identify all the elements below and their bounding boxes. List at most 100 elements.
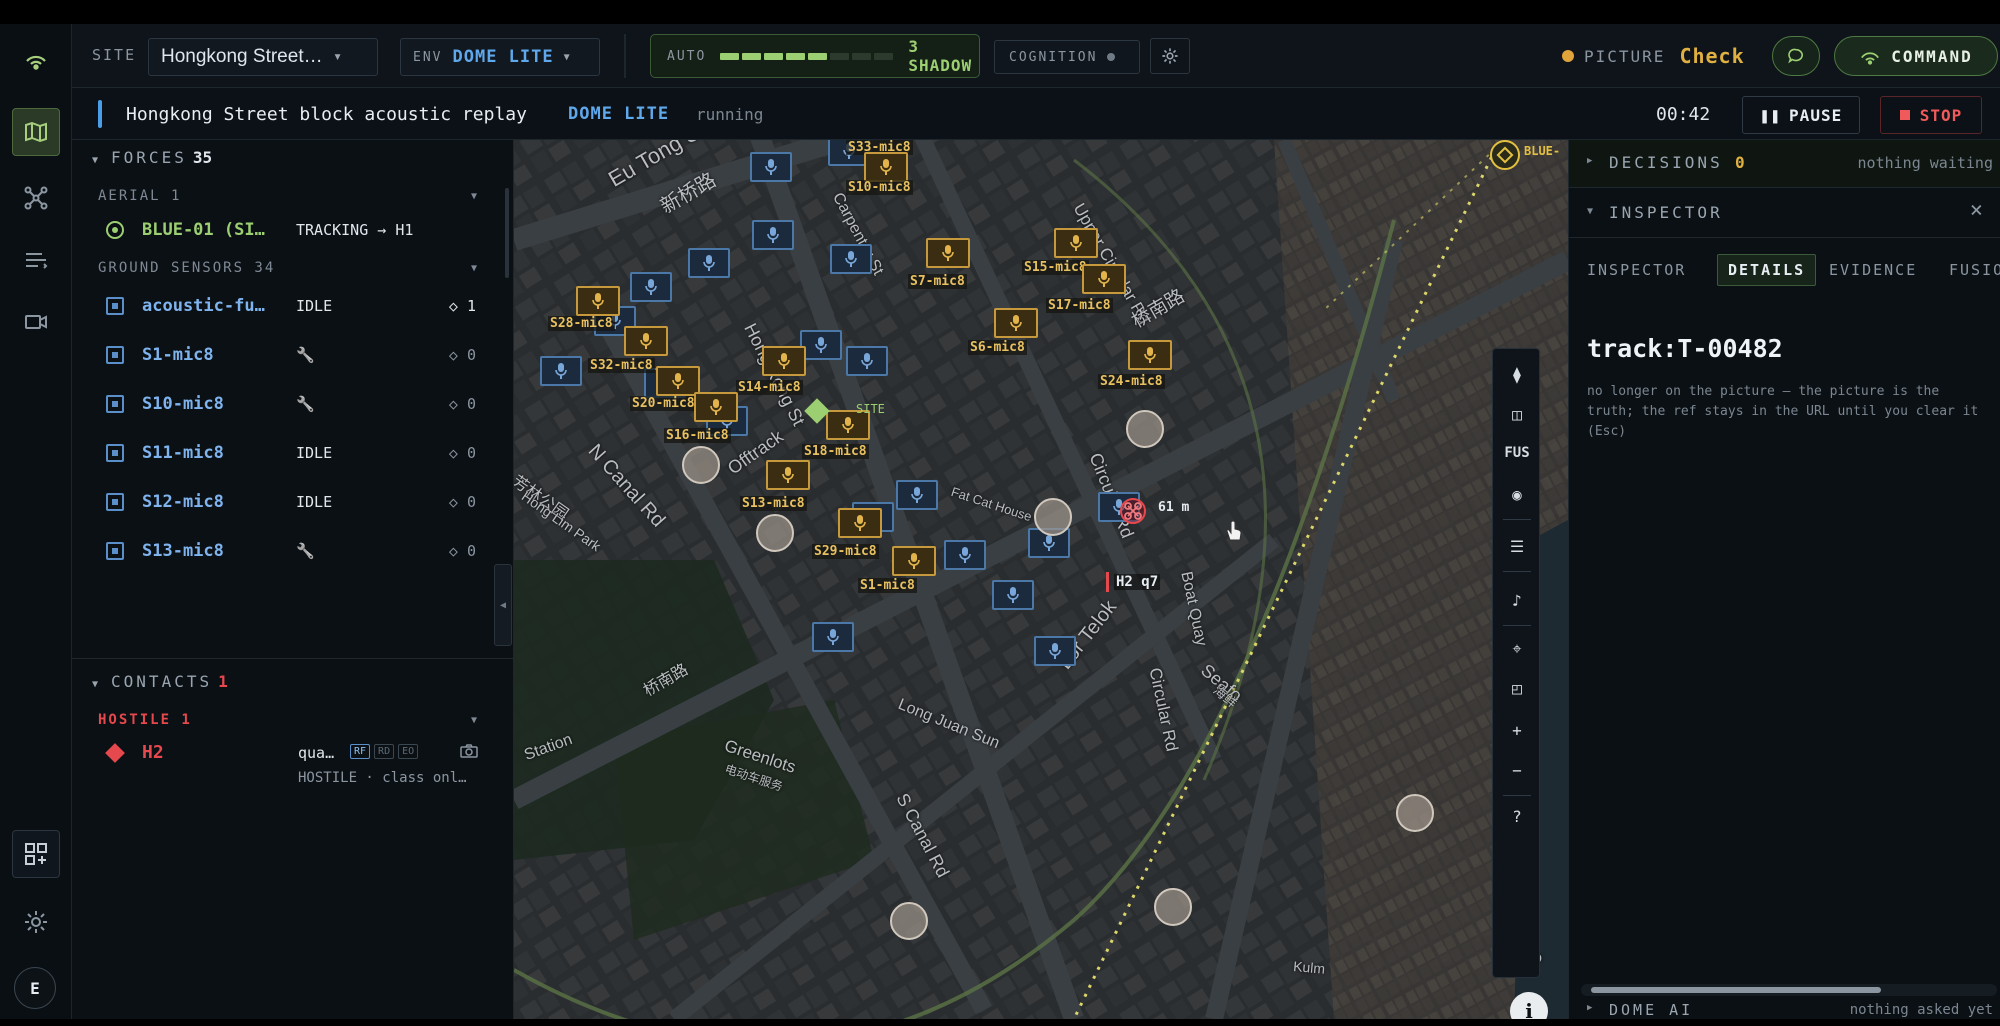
mic-sensor-icon[interactable] xyxy=(926,238,970,268)
mic-sensor-icon[interactable] xyxy=(576,286,620,316)
friendly-sensor-icon[interactable] xyxy=(750,152,792,182)
stop-button[interactable]: STOP xyxy=(1880,96,1982,134)
tab-fusion[interactable]: FUSION xyxy=(1949,254,2000,286)
scrollbar-thumb[interactable] xyxy=(1591,987,1881,993)
poi-marker[interactable] xyxy=(1154,888,1192,926)
mic-sensor-icon[interactable] xyxy=(994,308,1038,338)
chat-button[interactable] xyxy=(1772,36,1820,76)
poi-marker[interactable] xyxy=(1396,794,1434,832)
add-widget-icon[interactable] xyxy=(12,830,60,878)
decisions-header[interactable]: ▶ DECISIONS 0 nothing waiting xyxy=(1569,140,2000,188)
mic-sensor-icon[interactable] xyxy=(762,346,806,376)
picture-status[interactable]: PICTURE Check xyxy=(1562,44,1745,68)
mic-sensor-icon[interactable] xyxy=(1128,340,1172,370)
friendly-sensor-icon[interactable] xyxy=(896,480,938,510)
sensor-row[interactable]: acoustic-fu… IDLE ◇ 1 xyxy=(98,286,482,326)
site-select[interactable]: Hongkong Street… ▼ xyxy=(148,38,378,76)
sensor-name: acoustic-fu… xyxy=(142,296,265,316)
collapse-left-panel-button[interactable]: ◀ xyxy=(494,564,512,646)
split-view-icon[interactable]: ◫ xyxy=(1493,405,1541,424)
friendly-sensor-icon[interactable] xyxy=(688,248,730,278)
forces-scrollbar[interactable] xyxy=(505,188,509,278)
record-icon[interactable]: ◉ xyxy=(1493,485,1541,504)
dome-ai-header[interactable]: ▶ DOME AI nothing asked yet xyxy=(1569,1001,2000,1019)
inspector-header[interactable]: ▼ INSPECTOR × xyxy=(1569,188,2000,238)
map-nav-icon[interactable] xyxy=(12,108,60,156)
divider xyxy=(1503,519,1531,520)
close-icon[interactable]: × xyxy=(1970,198,1983,223)
friendly-sensor-icon[interactable] xyxy=(992,580,1034,610)
autonomy-control[interactable]: AUTO 3 SHADOW xyxy=(650,34,980,78)
inspector-scrollbar[interactable] xyxy=(1581,984,1997,996)
mic-sensor-icon[interactable] xyxy=(838,508,882,538)
mic-sensor-icon[interactable] xyxy=(766,460,810,490)
poi-marker[interactable] xyxy=(1034,498,1072,536)
signal-icon xyxy=(1861,52,1880,65)
cognition-toggle[interactable]: COGNITION xyxy=(994,40,1140,74)
friendly-sensor-icon[interactable] xyxy=(540,356,582,386)
audio-note-icon[interactable]: ♪ xyxy=(1493,591,1541,610)
command-button[interactable]: COMMAND xyxy=(1834,36,1998,76)
mic-sensor-icon[interactable] xyxy=(624,326,668,356)
mic-sensor-icon[interactable] xyxy=(656,366,700,396)
mic-sensor-icon[interactable] xyxy=(892,546,936,576)
track-note: no longer on the picture — the picture i… xyxy=(1587,384,1979,439)
mic-sensor-label: S29-mic8 xyxy=(812,544,879,559)
sensor-row[interactable]: S12-mic8 IDLE ◇ 0 xyxy=(98,482,482,522)
pause-button[interactable]: ❚❚ PAUSE xyxy=(1742,96,1860,134)
friendly-sensor-icon[interactable] xyxy=(800,330,842,360)
mic-sensor-label: S15-mic8 xyxy=(1022,260,1089,275)
zoom-out-icon[interactable]: − xyxy=(1493,761,1541,780)
forces-header[interactable]: ▼ FORCES 35 xyxy=(92,148,212,167)
signal-icon[interactable] xyxy=(12,36,60,84)
sensor-name: S11-mic8 xyxy=(142,443,224,463)
user-avatar[interactable]: E xyxy=(14,967,56,1009)
friendly-sensor-icon[interactable] xyxy=(944,540,986,570)
drone-label: BLUE- xyxy=(1524,144,1561,158)
mic-sensor-icon[interactable] xyxy=(864,152,908,182)
sensor-row[interactable]: S13-mic8 🔧 ◇ 0 xyxy=(98,531,482,571)
friendly-sensor-icon[interactable] xyxy=(752,220,794,250)
env-select[interactable]: ENV DOME LITE ▼ xyxy=(400,38,600,76)
aerial-row-blue-01[interactable]: BLUE-01 (SI… TRACKING → H1 xyxy=(98,210,482,250)
network-icon[interactable] xyxy=(12,174,60,222)
friendly-sensor-icon[interactable] xyxy=(812,622,854,652)
mic-sensor-icon[interactable] xyxy=(694,392,738,422)
list-filter-icon[interactable] xyxy=(12,236,60,284)
friendly-sensor-icon[interactable] xyxy=(630,272,672,302)
tab-details[interactable]: DETAILS xyxy=(1717,254,1817,286)
drone-icon[interactable] xyxy=(1490,140,1520,170)
sensor-row[interactable]: S11-mic8 IDLE ◇ 0 xyxy=(98,433,482,473)
sensor-row[interactable]: S10-mic8 🔧 ◇ 0 xyxy=(98,384,482,424)
cognition-settings-icon[interactable] xyxy=(1150,38,1190,74)
poi-marker[interactable] xyxy=(756,514,794,552)
divider xyxy=(72,658,514,659)
camera-icon[interactable] xyxy=(460,744,478,762)
ground-sensors-header[interactable]: GROUND SENSORS 34 xyxy=(98,260,275,276)
camera-icon[interactable] xyxy=(12,298,60,346)
aerial-header[interactable]: AERIAL 1 xyxy=(98,188,181,204)
friendly-sensor-icon[interactable] xyxy=(1034,636,1076,666)
poi-marker[interactable] xyxy=(682,446,720,484)
sensor-row[interactable]: S1-mic8 🔧 ◇ 0 xyxy=(98,335,482,375)
measure-icon[interactable]: ⧫ xyxy=(1493,365,1541,384)
locate-crosshair-icon[interactable]: ⌖ xyxy=(1493,639,1541,659)
hostile-target-icon[interactable] xyxy=(1120,498,1146,524)
contact-row-h2[interactable]: H2 qua… RF RD EO HOSTILE · class onl… xyxy=(98,736,498,796)
map-view[interactable]: Eu Tong Sen St新桥路Upper Circular Rd桥南路Car… xyxy=(514,140,1568,1019)
mic-sensor-icon[interactable] xyxy=(1054,228,1098,258)
contacts-header[interactable]: ▼ CONTACTS 1 xyxy=(92,672,228,691)
hostile-header[interactable]: HOSTILE 1 xyxy=(98,712,192,728)
tab-evidence[interactable]: EVIDENCE xyxy=(1829,254,1917,286)
help-icon[interactable]: ? xyxy=(1493,807,1541,826)
poi-marker[interactable] xyxy=(1126,410,1164,448)
friendly-sensor-icon[interactable] xyxy=(830,244,872,274)
mic-sensor-icon[interactable] xyxy=(1082,264,1126,294)
fusion-toggle[interactable]: FUS xyxy=(1493,445,1541,461)
settings-gear-icon[interactable] xyxy=(12,898,60,946)
layers-list-icon[interactable]: ☰ xyxy=(1493,537,1541,556)
poi-marker[interactable] xyxy=(890,902,928,940)
zoom-in-icon[interactable]: + xyxy=(1493,721,1541,740)
frame-icon[interactable]: ◰ xyxy=(1493,679,1541,698)
friendly-sensor-icon[interactable] xyxy=(846,346,888,376)
